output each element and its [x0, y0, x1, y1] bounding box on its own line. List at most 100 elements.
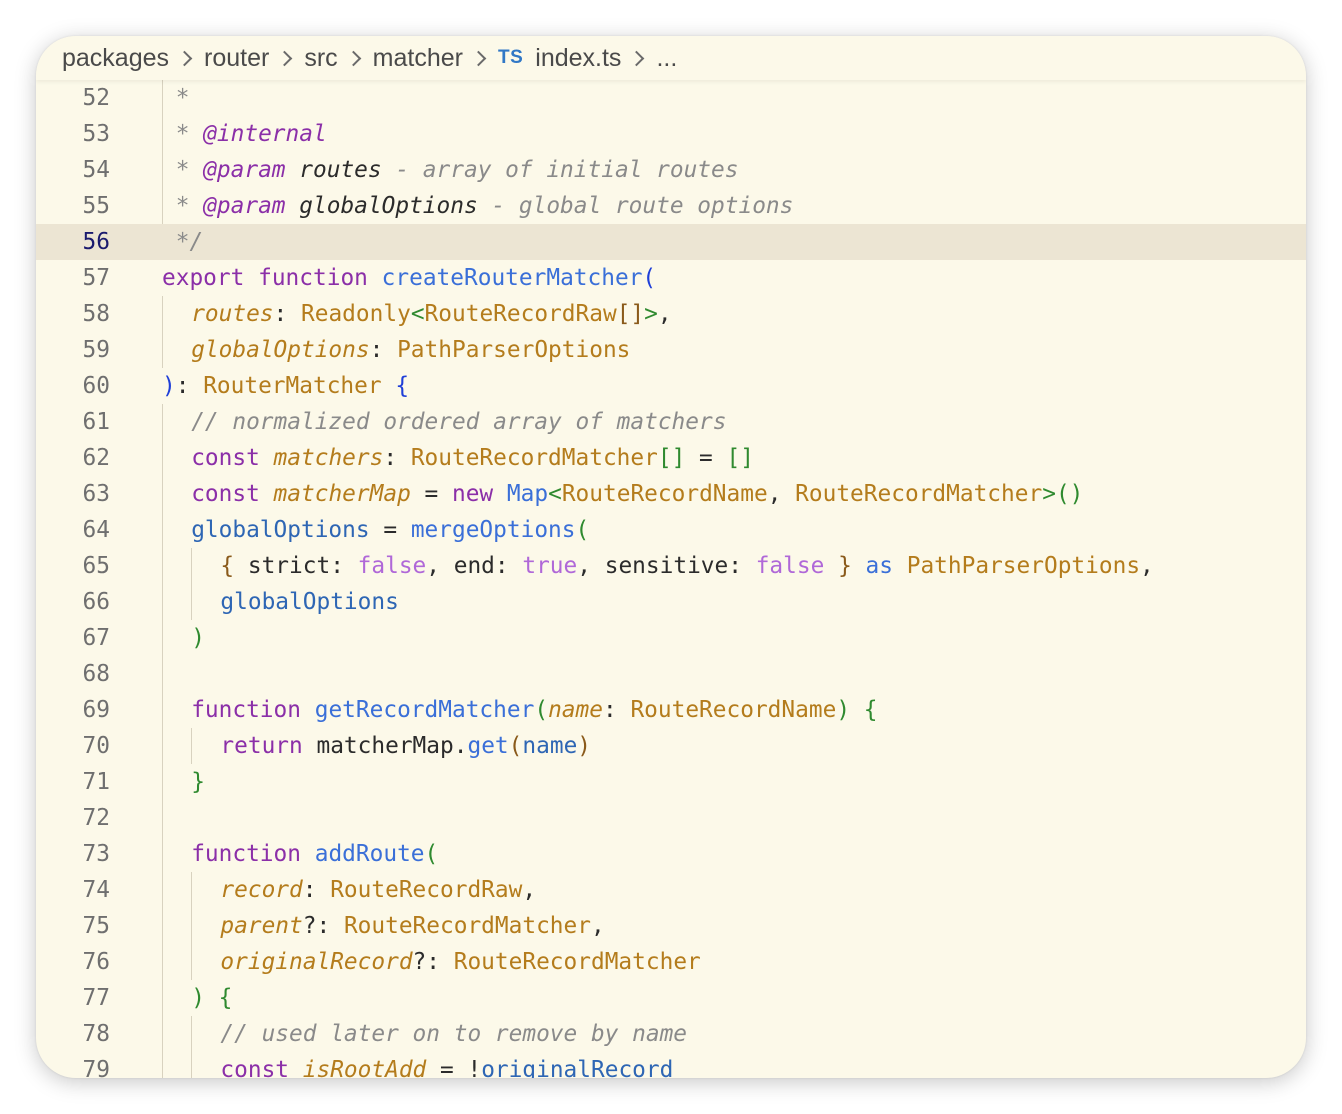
line-number: 66 [82, 589, 110, 615]
code-content: // normalized ordered array of matchers [191, 404, 1306, 440]
indent-guide [162, 692, 163, 728]
code-line[interactable]: 71} [36, 764, 1306, 800]
code-token: originalRecord [481, 1057, 674, 1078]
code-line[interactable]: 65{ strict: false, end: true, sensitive:… [36, 548, 1306, 584]
code-token: , [1140, 553, 1154, 579]
code-content: export function createRouterMatcher( [162, 260, 1306, 296]
breadcrumb-item-packages[interactable]: packages [62, 44, 169, 73]
indent-guide [162, 440, 163, 476]
breadcrumb-item-matcher[interactable]: matcher [373, 44, 463, 73]
indent-guide [162, 476, 163, 512]
code-line[interactable]: 62 const matchers: RouteRecordMatcher[] =… [36, 440, 1306, 476]
code-token: [] [616, 301, 645, 327]
breadcrumb-item-src[interactable]: src [304, 44, 337, 73]
code-line[interactable]: 75 parent?: RouteRecordMatcher, [36, 908, 1306, 944]
line-number: 76 [82, 949, 110, 975]
code-line[interactable]: 74 record: RouteRecordRaw, [36, 872, 1306, 908]
code-line[interactable]: 78 // used later on to remove by name [36, 1016, 1306, 1052]
code-line[interactable]: 66 globalOptions [36, 584, 1306, 620]
code-token: name [522, 733, 578, 759]
code-line[interactable]: 56 */ [36, 224, 1306, 260]
indent-guide [162, 1016, 163, 1052]
code-token: < [548, 481, 562, 507]
code-token: RouteRecordName [630, 697, 837, 723]
code-token: = [426, 1057, 468, 1078]
code-token: * [162, 157, 204, 183]
code-line[interactable]: 72 [36, 800, 1306, 836]
code-token: { [395, 373, 410, 399]
line-number: 65 [82, 553, 110, 579]
code-token: ?: [412, 949, 454, 975]
code-line[interactable]: 69 function getRecordMatcher(name: RouteR… [36, 692, 1306, 728]
code-line[interactable]: 73 function addRoute( [36, 836, 1306, 872]
code-content: return matcherMap.get(name) [220, 728, 1306, 764]
code-token: ! [467, 1057, 482, 1078]
code-token: true [522, 553, 578, 579]
code-token: isRootAdd [302, 1057, 427, 1078]
indent-guide [191, 944, 193, 980]
code-token: } [191, 769, 205, 795]
code-token: parent [220, 913, 303, 939]
code-line[interactable]: 76 originalRecord?: RouteRecordMatcher [36, 944, 1306, 980]
code-token: , [522, 877, 537, 903]
code-token: : [602, 697, 631, 723]
indent-guide [162, 980, 163, 1016]
code-line[interactable]: 54 * @param routes - array of initial ro… [36, 152, 1306, 188]
code-token: const [191, 481, 260, 507]
code-line[interactable]: 67) [36, 620, 1306, 656]
code-token: const [191, 445, 260, 471]
code-content: * [162, 80, 1306, 116]
code-token: matchers [273, 445, 384, 471]
code-token: function [258, 265, 368, 291]
code-content: */ [162, 224, 1306, 260]
line-number: 74 [82, 877, 110, 903]
code-token: // normalized ordered array of matchers [191, 409, 727, 435]
code-line[interactable]: 59 globalOptions: PathParserOptions [36, 332, 1306, 368]
indent-guide [191, 872, 193, 908]
code-line[interactable]: 64 globalOptions = mergeOptions( [36, 512, 1306, 548]
code-token: mergeOptions [410, 517, 576, 543]
code-token: as [865, 553, 893, 579]
code-line[interactable]: 68 [36, 656, 1306, 692]
indent-guide [162, 656, 163, 692]
chevron-right-icon [176, 50, 193, 66]
breadcrumb-item-file[interactable]: index.ts [535, 44, 621, 73]
code-token: [] [726, 445, 754, 471]
code-line[interactable]: 57 export function createRouterMatcher( [36, 260, 1306, 296]
code-editor[interactable]: 52 * 53 * @internal 54 * @param routes - a… [36, 80, 1306, 1078]
code-token: get [467, 733, 509, 759]
code-line[interactable]: 52 * [36, 80, 1306, 116]
line-number: 52 [82, 85, 110, 111]
line-number: 58 [82, 301, 110, 327]
code-token: getRecordMatcher [314, 697, 535, 723]
code-line[interactable]: 77) { [36, 980, 1306, 1016]
indent-guide [191, 548, 193, 584]
code-line[interactable]: 53 * @internal [36, 116, 1306, 152]
line-number: 67 [82, 625, 110, 651]
code-token: > [1042, 481, 1056, 507]
code-token: * [162, 193, 204, 219]
code-line[interactable]: 61 // normalized ordered array of matcher… [36, 404, 1306, 440]
code-line[interactable]: 60): RouterMatcher { [36, 368, 1306, 404]
code-line[interactable]: 63 const matcherMap = new Map<RouteRecord… [36, 476, 1306, 512]
code-line[interactable]: 79 const isRootAdd = !originalRecord [36, 1052, 1306, 1078]
code-token: ) [191, 985, 205, 1011]
indent-guide [191, 1016, 193, 1052]
code-token: : [369, 337, 398, 363]
breadcrumb-item-more[interactable]: ... [656, 44, 677, 73]
code-token: RouteRecordMatcher [795, 481, 1043, 507]
code-token: = [410, 481, 452, 507]
breadcrumb-item-router[interactable]: router [204, 44, 269, 73]
code-line[interactable]: 70 return matcherMap.get(name) [36, 728, 1306, 764]
breadcrumb: packages router src matcher TS index.ts … [36, 36, 1306, 80]
code-line[interactable]: 58 routes: Readonly<RouteRecordRaw[]>, [36, 296, 1306, 332]
code-line[interactable]: 55 * @param globalOptions - global route… [36, 188, 1306, 224]
code-content: function getRecordMatcher(name: RouteRec… [191, 692, 1306, 728]
code-content: record: RouteRecordRaw, [220, 872, 1306, 908]
